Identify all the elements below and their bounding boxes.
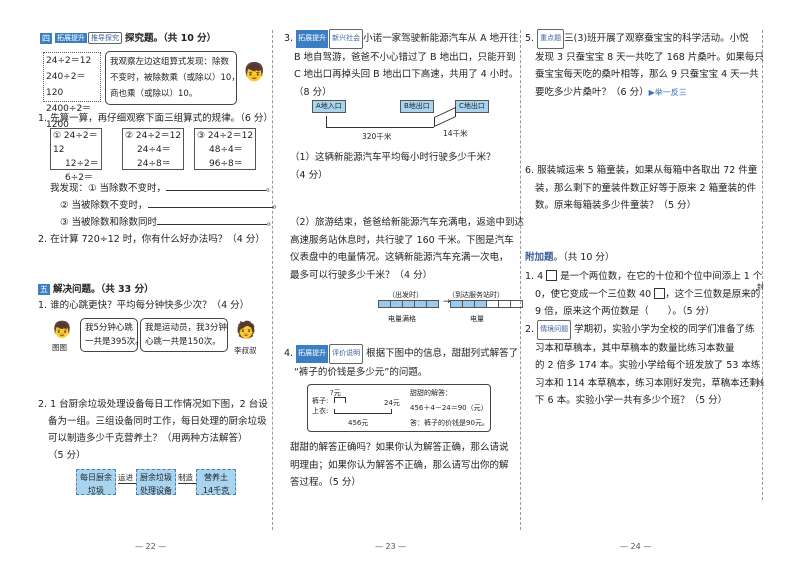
digit-box[interactable]: [654, 287, 666, 299]
page-number: — 24 —: [620, 542, 652, 551]
name-uncle-li: 李叔叔: [234, 346, 257, 355]
pants-bar: [334, 397, 346, 403]
flow-box-processor: 厨余垃圾 处理设备: [136, 469, 176, 495]
bonus-header: 附加题。（共 10 分）: [525, 252, 615, 263]
return-route: [434, 106, 456, 128]
distance-14: 14千米: [443, 129, 468, 138]
question-5: 5. 重点题 三(3)班开展了观察蚕宝宝的科学活动。小悦 发现 3 只蚕宝宝 8 …: [525, 29, 764, 101]
speech-bubble-uncle: 我是运动员，我3分钟 心跳一共是150次。: [140, 318, 228, 352]
example-equations: 24÷2＝12 240÷2＝120 2400÷2＝1200: [43, 52, 101, 130]
answer-blank[interactable]: [157, 224, 268, 225]
equation-group-1: ① 24÷2＝12 12÷2＝ 6÷2＝: [50, 128, 102, 183]
flow-arrow-2: 制造: [178, 472, 196, 484]
flow-box-kitchen-waste: 每日厨余 垃圾: [76, 469, 116, 495]
battery-start-note: 电量满格: [388, 315, 416, 323]
section-5-header: 五解决问题。（共 33 分）: [38, 284, 154, 295]
label-b-exit: B地出口: [400, 100, 434, 113]
speech-bubble-tutu: 我5分钟心跳 一共是395次。: [80, 318, 144, 352]
name-tutu: 图图: [52, 343, 67, 352]
example-speech-bubble: 我观察左边这组算式发现：除数 不变时，被除数乘（或除以）10， 商也乘（或除以）10…: [105, 51, 240, 105]
label-a-entrance: A地入口: [312, 100, 346, 113]
flow-box-soil: 营养土 14千克: [196, 469, 236, 495]
question-5-1: 1. 谁的心跳更快？平均每分钟快多少次？（4 分）: [38, 300, 250, 311]
battery-start-label: （出发时）: [388, 291, 423, 299]
top-bar: [334, 409, 392, 414]
page-number: — 23 —: [375, 542, 407, 551]
question-3-1: （1）这辆新能源汽车平均每小时行驶多少千米？ （4 分）: [290, 152, 496, 181]
link-practice[interactable]: ▶举一反三: [649, 88, 687, 97]
question-4: 4. 拓展提升 评价说明 根据下图中的信息，甜甜列式解答了 “裤子的价钱是多少元”…: [284, 344, 518, 381]
uncle-li-avatar: 🧑: [236, 320, 256, 339]
label-c-exit: C地出口: [455, 100, 489, 113]
battery-cell: [426, 300, 439, 308]
q4-info-box: ?元 裤子: 上衣: 24元 456元 甜甜的解答： 456＋4－24＝90（元…: [307, 384, 491, 432]
battery-cell: [510, 300, 523, 308]
digit-box[interactable]: [546, 270, 558, 281]
route-line: [326, 116, 434, 128]
answer-blank[interactable]: [147, 207, 273, 208]
battery-end-note: 电量: [470, 315, 484, 323]
question-4-1: 1. 先算一算，再仔细观察下面三组算式的规律。（6 分）: [38, 113, 273, 124]
battery-end: [450, 300, 523, 311]
question-6: 6. 服装城运来 5 箱童装，如果从每箱中各取出 72 件童 装，那么剩下的童装件…: [525, 165, 758, 211]
section-4-header: 四拓展提升 推导探究 探究题。（共 10 分）: [40, 32, 217, 44]
flow-arrow-1: 运进: [118, 472, 136, 484]
equation-group-2: ② 24÷2＝12 24÷4＝ 24÷8＝: [122, 128, 184, 170]
battery-start: [378, 300, 439, 311]
column-divider: [272, 30, 273, 530]
bonus-question-2: 2. 情境问题 学期初，实验小学为全校的同学们准备了练 习本和草稿本，其中草稿本…: [525, 320, 760, 410]
bonus-question-1: 1. 4 是一个两位数，在它的十位和个位中间添上 1 个 0，使它变成一个三位数…: [525, 270, 763, 317]
distance-320: 320千米: [362, 132, 392, 141]
question-3: 3. 拓展提升 新兴社会 小诺一家驾驶新能源汽车从 A 地开往 B 地自驾游，爸爸不…: [284, 29, 518, 101]
question-4-text: 甜甜的解答正确吗？如果你认为解答正确，那么请说 明理由；如果你认为解答不正确，那么…: [290, 442, 509, 488]
answer-blank[interactable]: [166, 190, 267, 191]
question-5-2: 2. 1 台厨余垃圾处理设备每日工作情况如下图，2 台设 备为一组。三组设备同时工…: [38, 399, 268, 461]
student-avatar: 👦: [243, 62, 266, 83]
page-number: — 22 —: [135, 542, 167, 551]
battery-end-label: （到达服务站时）: [448, 291, 504, 299]
question-3-2: （2）旅游结束，爸爸给新能源汽车充满电，返途中到达 高速服务站休息时，共行驶了 1…: [290, 217, 525, 281]
question-4-2: 2. 在计算 720÷12 时，你有什么好办法吗？（4 分）: [38, 234, 265, 245]
tutu-avatar: 👦: [52, 320, 72, 339]
equation-group-3: ③ 24÷2＝12 48÷4＝ 96÷8＝: [194, 128, 256, 170]
findings: 我发现：① 当除数不变时，。 ② 当被除数不变时，。 ③ 当被除数和除数同时。: [50, 183, 283, 228]
